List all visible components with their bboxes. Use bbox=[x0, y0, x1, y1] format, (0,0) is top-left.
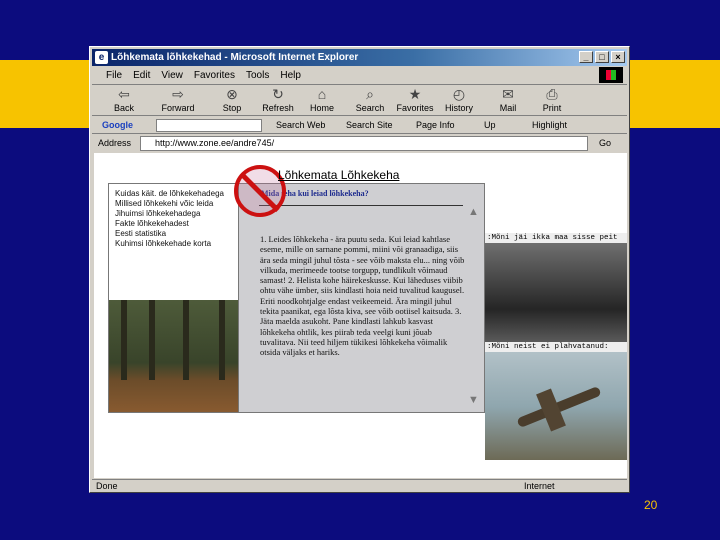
favorites-icon: ★ bbox=[408, 86, 422, 102]
google-search-input[interactable] bbox=[156, 119, 262, 132]
back-arrow-icon: ⇦ bbox=[118, 86, 130, 102]
mail-label: Mail bbox=[499, 103, 517, 113]
panel-text: 1. Leides lõhkekeha - ära puutu seda. Ku… bbox=[260, 234, 465, 358]
home-label: Home bbox=[309, 103, 334, 113]
scroll-down-icon[interactable]: ▼ bbox=[468, 394, 479, 406]
window-controls: _ □ × bbox=[579, 51, 625, 63]
refresh-button[interactable]: ↻ Refresh bbox=[258, 86, 298, 116]
photo-bombers: :Mõni neist ei plahvatanud: bbox=[485, 342, 627, 460]
browser-window: e Lõhkemata lõhkekehad - Microsoft Inter… bbox=[89, 46, 630, 493]
refresh-icon: ↻ bbox=[272, 86, 284, 102]
menu-bar: File Edit View Favorites Tools Help bbox=[92, 67, 627, 83]
favorites-label: Favorites bbox=[396, 103, 434, 113]
status-text: Done bbox=[96, 481, 118, 491]
favorites-button[interactable]: ★ Favorites bbox=[395, 86, 435, 116]
search-label: Search bbox=[355, 103, 385, 113]
mail-button[interactable]: ✉ Mail bbox=[488, 86, 528, 116]
page-title: Lõhkemata Lõhkekeha bbox=[278, 168, 400, 182]
history-button[interactable]: ◴ History bbox=[439, 86, 479, 116]
sidebar-link[interactable]: Eesti statistika bbox=[115, 229, 245, 239]
scroll-up-icon[interactable]: ▲ bbox=[468, 206, 479, 218]
search-site-button[interactable]: Search Site bbox=[346, 119, 393, 132]
go-button[interactable]: Go bbox=[599, 138, 611, 148]
slide-number: 20 bbox=[644, 498, 658, 512]
sidebar-link[interactable]: Millised lõhkekehi võic leida bbox=[115, 199, 245, 209]
menu-file[interactable]: File bbox=[106, 70, 122, 81]
window-title: Lõhkemata lõhkekehad - Microsoft Interne… bbox=[111, 52, 359, 63]
sidebar-link[interactable]: Fakte lõhkekehadest bbox=[115, 219, 245, 229]
sidebar-link[interactable]: Kuhimsi lõhkekehade korta bbox=[115, 239, 245, 249]
menu-favorites[interactable]: Favorites bbox=[194, 70, 235, 81]
page-content: Kuidas käit. de lõhkekehadega Millised l… bbox=[94, 153, 627, 478]
mail-icon: ✉ bbox=[502, 86, 514, 102]
history-icon: ◴ bbox=[452, 86, 466, 102]
refresh-label: Refresh bbox=[262, 103, 294, 113]
address-bar: Address http://www.zone.ee/andre745/ Go bbox=[92, 135, 627, 152]
print-icon: ⎙ bbox=[546, 86, 558, 102]
maximize-button[interactable]: □ bbox=[595, 51, 609, 63]
ie-logo-icon: e bbox=[95, 51, 108, 64]
status-bar: Done Internet bbox=[92, 479, 627, 492]
sidebar-link[interactable]: Kuidas käit. de lõhkekehadega bbox=[115, 189, 245, 199]
minimize-button[interactable]: _ bbox=[579, 51, 593, 63]
highlight-button[interactable]: Highlight bbox=[532, 119, 567, 132]
search-web-button[interactable]: Search Web bbox=[276, 119, 325, 132]
up-button[interactable]: Up bbox=[484, 119, 496, 132]
photo-caption: :Mõni jäi ikka maa sisse peit bbox=[485, 233, 627, 243]
panel-divider bbox=[259, 205, 463, 206]
window-titlebar[interactable]: e Lõhkemata lõhkekehad - Microsoft Inter… bbox=[92, 49, 627, 66]
forward-label: Forward bbox=[161, 103, 195, 113]
home-icon: ⌂ bbox=[317, 86, 327, 102]
page-info-button[interactable]: Page Info bbox=[416, 119, 455, 132]
print-button[interactable]: ⎙ Print bbox=[532, 86, 572, 116]
sidebar-link[interactable]: Jihuimsi lõhkekehadega bbox=[115, 209, 245, 219]
photo-buried: :Mõni jäi ikka maa sisse peit bbox=[485, 233, 627, 342]
back-label: Back bbox=[113, 103, 134, 113]
stop-label: Stop bbox=[222, 103, 242, 113]
toolbar: ⇦ Back ⇨ Forward ⊗ Stop ↻ Refresh ⌂ Home… bbox=[92, 84, 627, 116]
info-panel: Mida teha kui leiad lõhkekeha? ▲ 1. Leid… bbox=[238, 183, 485, 413]
search-button[interactable]: ⌕ Search bbox=[350, 86, 390, 116]
google-toolbar: Google Search Web Search Site Page Info … bbox=[92, 117, 627, 134]
home-button[interactable]: ⌂ Home bbox=[302, 86, 342, 116]
stop-button[interactable]: ⊗ Stop bbox=[212, 86, 252, 116]
address-input[interactable]: http://www.zone.ee/andre745/ bbox=[140, 136, 588, 151]
menu-edit[interactable]: Edit bbox=[133, 70, 150, 81]
close-button[interactable]: × bbox=[611, 51, 625, 63]
forest-photo bbox=[109, 300, 249, 412]
stop-icon: ⊗ bbox=[226, 86, 238, 102]
menu-help[interactable]: Help bbox=[280, 70, 301, 81]
history-label: History bbox=[444, 103, 473, 113]
address-label: Address bbox=[98, 138, 132, 148]
search-icon: ⌕ bbox=[366, 86, 374, 102]
google-logo[interactable]: Google bbox=[102, 119, 133, 132]
windows-logo-icon bbox=[599, 67, 623, 83]
back-button[interactable]: ⇦ Back bbox=[104, 86, 144, 116]
forward-button[interactable]: ⇨ Forward bbox=[158, 86, 198, 116]
print-label: Print bbox=[542, 103, 562, 113]
menu-view[interactable]: View bbox=[161, 70, 183, 81]
photo-caption: :Mõni neist ei plahvatanud: bbox=[485, 342, 627, 352]
sidebar-nav: Kuidas käit. de lõhkekehadega Millised l… bbox=[108, 183, 250, 413]
forward-arrow-icon: ⇨ bbox=[172, 86, 184, 102]
menu-tools[interactable]: Tools bbox=[246, 70, 269, 81]
zone-text: Internet bbox=[524, 481, 555, 491]
